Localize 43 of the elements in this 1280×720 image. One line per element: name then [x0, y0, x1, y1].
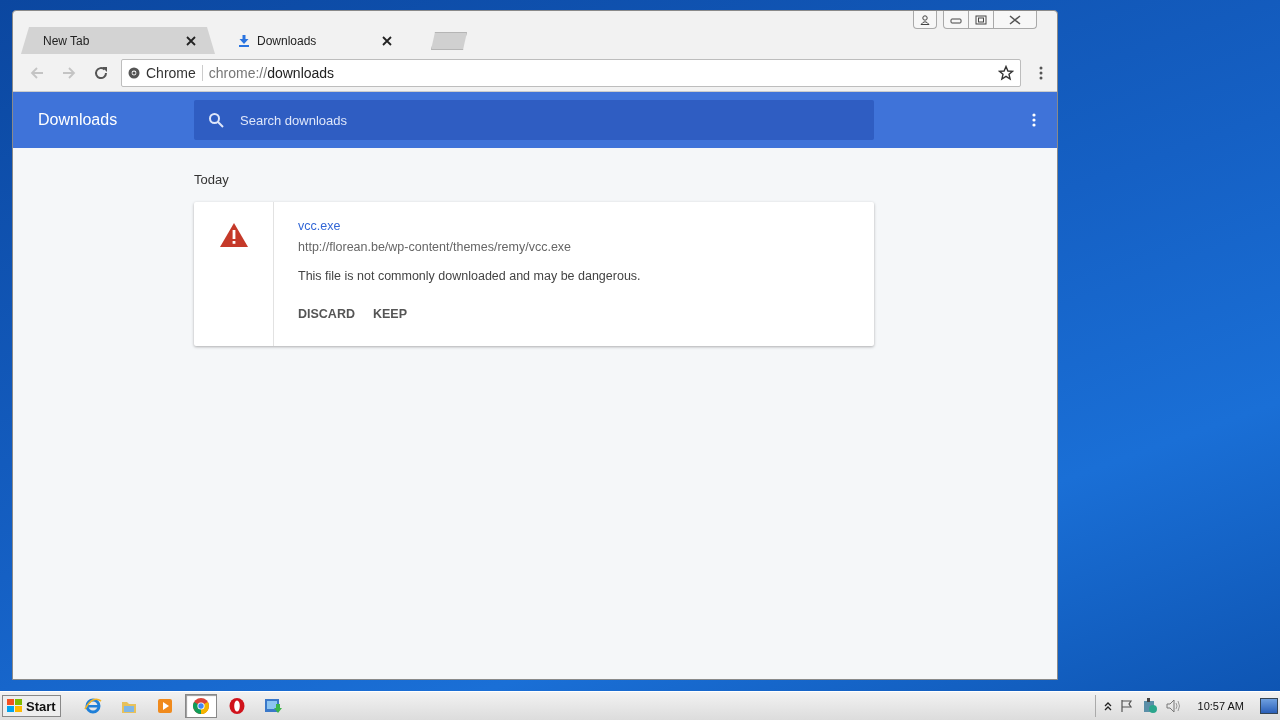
- taskbar-button[interactable]: [184, 694, 217, 718]
- minimize-button[interactable]: [943, 11, 969, 29]
- file-name-link[interactable]: vcc.exe: [298, 219, 341, 233]
- play-icon: [155, 697, 174, 715]
- browser-e-icon: [83, 697, 102, 715]
- minimize-icon: [950, 15, 962, 24]
- close-icon[interactable]: [381, 34, 393, 47]
- person-icon: [920, 14, 930, 25]
- star-icon[interactable]: [998, 64, 1014, 81]
- action-button[interactable]: KEEP: [372, 307, 407, 321]
- search-field[interactable]: Search downloads: [194, 100, 874, 140]
- menu-icon[interactable]: [1031, 112, 1037, 128]
- action-button[interactable]: DISCARD: [298, 307, 355, 321]
- search-icon: [208, 112, 224, 128]
- reload-icon[interactable]: [93, 64, 109, 81]
- speaker-icon[interactable]: [1165, 699, 1182, 713]
- network-icon[interactable]: [1141, 698, 1158, 714]
- chevron-up-icon[interactable]: [1103, 701, 1112, 711]
- address-bar[interactable]: Chrome chrome://downloads: [121, 58, 1021, 87]
- clock[interactable]: 10:57 AM: [1197, 700, 1244, 712]
- close-icon[interactable]: [185, 34, 197, 47]
- windows-logo-icon: [7, 699, 23, 713]
- installer-icon: [262, 697, 283, 715]
- warning-icon: [218, 222, 249, 248]
- url-text: chrome://downloads: [208, 64, 336, 81]
- warning-text: This file is not commonly downloaded and may be dangerous.: [298, 269, 641, 283]
- profile-button[interactable]: [913, 11, 937, 29]
- chrome-icon: [191, 697, 210, 715]
- section-heading: Today: [194, 172, 230, 187]
- maximize-button[interactable]: [969, 11, 994, 29]
- start-button[interactable]: Start: [2, 695, 61, 717]
- chrome-icon: [128, 66, 140, 79]
- page-title: Downloads: [37, 111, 119, 129]
- close-button[interactable]: [994, 11, 1037, 29]
- show-desktop-button[interactable]: [1260, 698, 1278, 714]
- site-label: Chrome: [146, 64, 196, 81]
- download-icon: [239, 34, 249, 47]
- flag-icon[interactable]: [1119, 699, 1134, 713]
- restore-icon: [975, 14, 987, 25]
- tab[interactable]: New Tab: [21, 27, 215, 54]
- opera-icon: [227, 697, 246, 715]
- file-url: http://florean.be/wp-content/themes/remy/vcc.exe: [298, 240, 572, 254]
- close-icon: [1009, 14, 1021, 25]
